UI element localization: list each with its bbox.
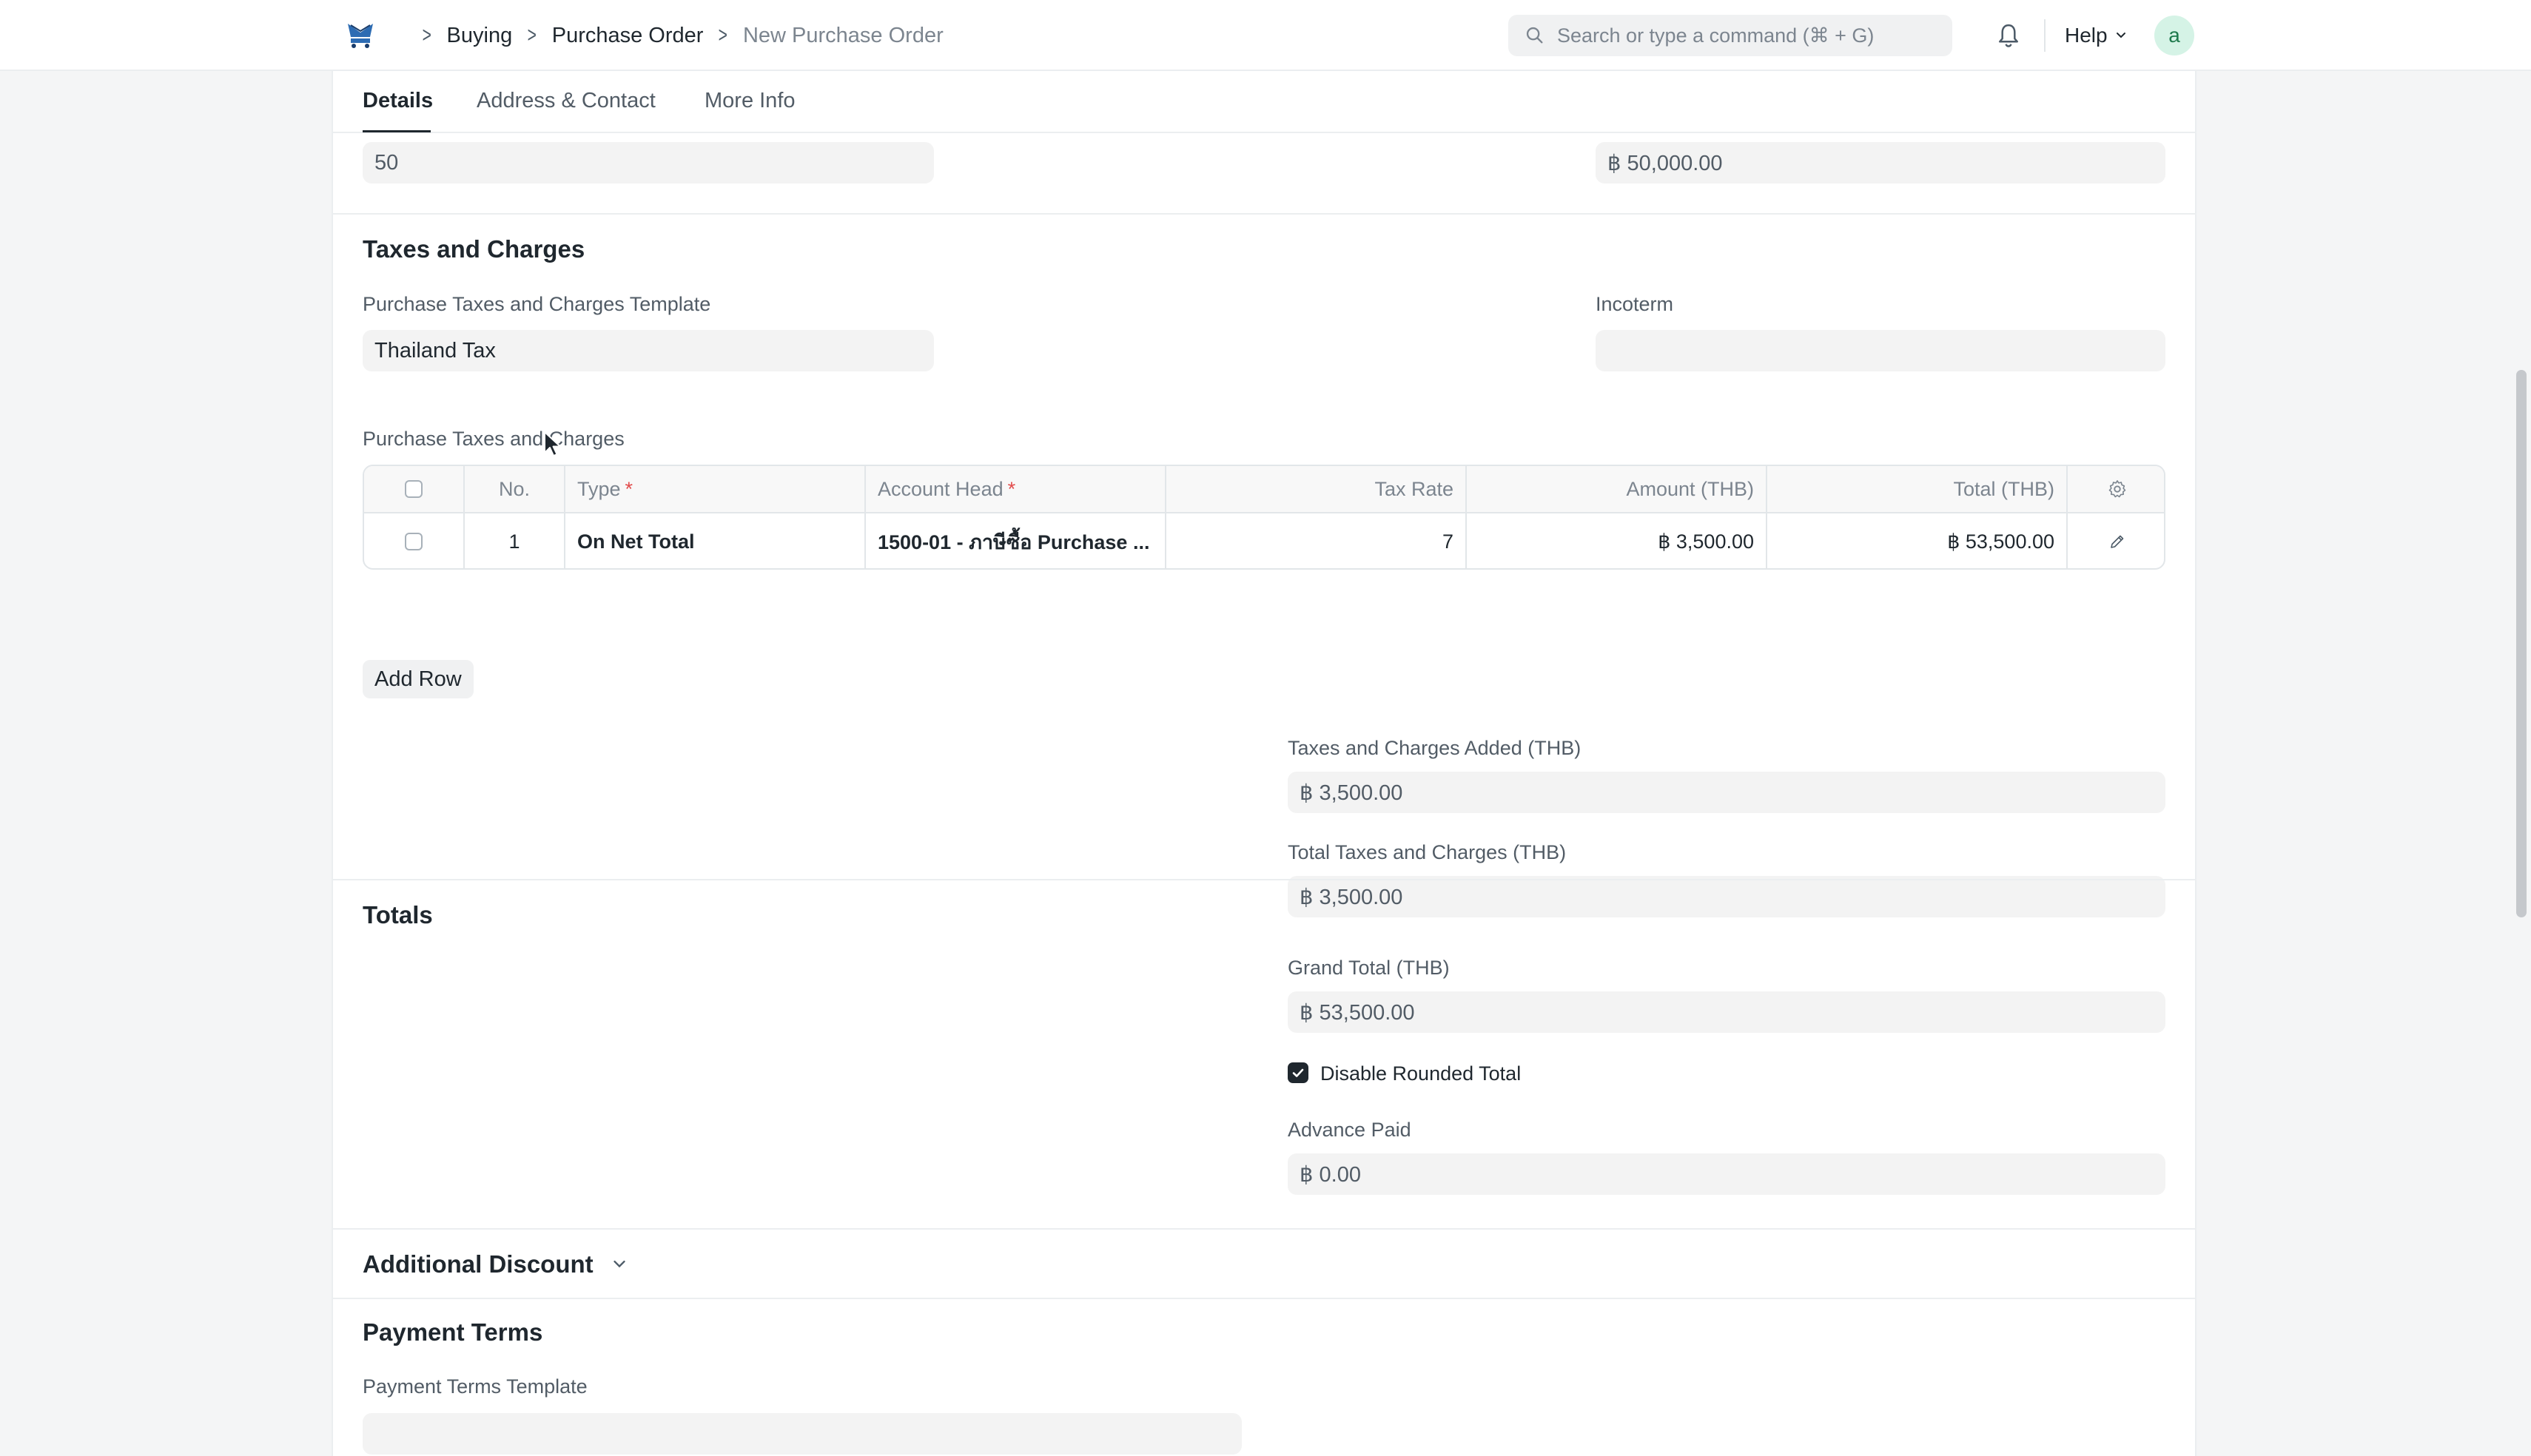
tab-details[interactable]: Details bbox=[363, 89, 433, 113]
grand-total-field[interactable]: ฿ 53,500.00 bbox=[1288, 991, 2165, 1033]
taxes-template-label: Purchase Taxes and Charges Template bbox=[363, 293, 711, 315]
required-asterisk: * bbox=[1007, 477, 1016, 500]
row-type[interactable]: On Net Total bbox=[564, 513, 864, 568]
total-quantity-field[interactable]: 50 bbox=[363, 142, 934, 183]
chevron-right-icon: > bbox=[527, 23, 537, 47]
form-tabs: Details Address & Contact More Info bbox=[333, 71, 2195, 133]
payment-terms-template-label: Payment Terms Template bbox=[363, 1375, 588, 1398]
additional-discount-title: Additional Discount bbox=[363, 1250, 594, 1278]
column-header-tax-rate: Tax Rate bbox=[1165, 466, 1465, 512]
column-header-amount: Amount (THB) bbox=[1465, 466, 1766, 512]
edit-pencil-icon[interactable] bbox=[2108, 533, 2126, 550]
breadcrumb-purchase-order[interactable]: Purchase Order bbox=[552, 24, 704, 48]
column-header-type-label: Type bbox=[577, 477, 621, 500]
checkmark-icon bbox=[1292, 1068, 1304, 1077]
additional-discount-toggle[interactable]: Additional Discount bbox=[363, 1250, 629, 1278]
form-card: Details Address & Contact More Info 50 ฿… bbox=[332, 71, 2196, 1456]
row-total[interactable]: ฿ 53,500.00 bbox=[1766, 513, 2066, 568]
disable-rounded-total-checkbox[interactable] bbox=[1288, 1062, 1308, 1083]
row-tax-rate[interactable]: 7 bbox=[1165, 513, 1465, 568]
breadcrumb: > Buying > Purchase Order > New Purchase… bbox=[407, 0, 944, 71]
mouse-cursor-icon bbox=[544, 431, 561, 456]
column-header-account-head-label: Account Head bbox=[878, 477, 1004, 500]
taxes-added-field[interactable]: ฿ 3,500.00 bbox=[1288, 772, 2165, 813]
select-all-checkbox[interactable] bbox=[405, 480, 423, 498]
chevron-down-icon bbox=[613, 1260, 625, 1268]
top-navbar: > Buying > Purchase Order > New Purchase… bbox=[0, 0, 2531, 71]
incoterm-field[interactable] bbox=[1596, 330, 2165, 371]
search-input[interactable] bbox=[1556, 23, 1943, 48]
chevron-down-icon bbox=[2116, 33, 2125, 38]
section-divider bbox=[333, 1228, 2195, 1230]
row-checkbox[interactable] bbox=[405, 533, 423, 550]
taxes-added-label: Taxes and Charges Added (THB) bbox=[1288, 737, 1582, 759]
search-bar[interactable] bbox=[1508, 15, 1952, 56]
breadcrumb-buying[interactable]: Buying bbox=[447, 24, 513, 48]
scrollbar-thumb[interactable] bbox=[2516, 370, 2527, 917]
total-amount-field[interactable]: ฿ 50,000.00 bbox=[1596, 142, 2165, 183]
navbar-divider bbox=[2044, 19, 2046, 52]
totals-section-title: Totals bbox=[363, 901, 433, 928]
disable-rounded-total-label[interactable]: Disable Rounded Total bbox=[1320, 1062, 1521, 1085]
app-logo-icon[interactable] bbox=[343, 18, 377, 52]
taxes-section-title: Taxes and Charges bbox=[363, 235, 585, 263]
column-header-type: Type * bbox=[564, 466, 864, 512]
section-divider bbox=[333, 213, 2195, 215]
table-row[interactable]: 1 On Net Total 1500-01 - ภาษีซื้อ Purcha… bbox=[364, 513, 2164, 568]
select-all-cell bbox=[364, 466, 463, 512]
incoterm-label: Incoterm bbox=[1596, 293, 1674, 315]
section-divider bbox=[333, 879, 2195, 880]
chevron-right-icon: > bbox=[422, 23, 431, 47]
payment-terms-title: Payment Terms bbox=[363, 1318, 543, 1346]
row-no: 1 bbox=[463, 513, 564, 568]
taxes-table: No. Type * Account Head * Tax Rate Amount … bbox=[363, 465, 2165, 570]
row-select-cell bbox=[364, 513, 463, 568]
taxes-template-field[interactable]: Thailand Tax bbox=[363, 330, 934, 371]
chevron-right-icon: > bbox=[719, 23, 728, 47]
column-header-total: Total (THB) bbox=[1766, 466, 2066, 512]
add-row-button[interactable]: Add Row bbox=[363, 660, 474, 698]
required-asterisk: * bbox=[625, 477, 633, 500]
row-account-head[interactable]: 1500-01 - ภาษีซื้อ Purchase ... bbox=[864, 513, 1165, 568]
section-divider bbox=[333, 1298, 2195, 1299]
gear-icon[interactable] bbox=[2107, 479, 2128, 499]
grand-total-label: Grand Total (THB) bbox=[1288, 957, 1450, 979]
search-icon bbox=[1526, 27, 1543, 44]
row-amount[interactable]: ฿ 3,500.00 bbox=[1465, 513, 1766, 568]
help-label: Help bbox=[2065, 24, 2108, 47]
taxes-table-label: Purchase Taxes and Charges bbox=[363, 428, 625, 450]
table-header: No. Type * Account Head * Tax Rate Amount … bbox=[364, 466, 2164, 513]
row-edit-cell bbox=[2066, 513, 2164, 568]
payment-terms-template-field[interactable] bbox=[363, 1413, 1242, 1455]
column-settings-cell bbox=[2066, 466, 2164, 512]
column-header-no: No. bbox=[463, 466, 564, 512]
notification-bell-icon[interactable] bbox=[1996, 22, 2021, 49]
total-taxes-field[interactable]: ฿ 3,500.00 bbox=[1288, 876, 2165, 917]
help-dropdown[interactable]: Help bbox=[2065, 0, 2128, 71]
active-tab-indicator bbox=[363, 130, 431, 132]
breadcrumb-current: New Purchase Order bbox=[742, 23, 944, 47]
avatar[interactable]: a bbox=[2154, 16, 2194, 55]
advance-paid-field[interactable]: ฿ 0.00 bbox=[1288, 1153, 2165, 1195]
total-taxes-label: Total Taxes and Charges (THB) bbox=[1288, 841, 1567, 863]
tab-more-info[interactable]: More Info bbox=[705, 89, 796, 113]
column-header-account-head: Account Head * bbox=[864, 466, 1165, 512]
tab-address-contact[interactable]: Address & Contact bbox=[477, 89, 656, 113]
advance-paid-label: Advance Paid bbox=[1288, 1119, 1411, 1141]
